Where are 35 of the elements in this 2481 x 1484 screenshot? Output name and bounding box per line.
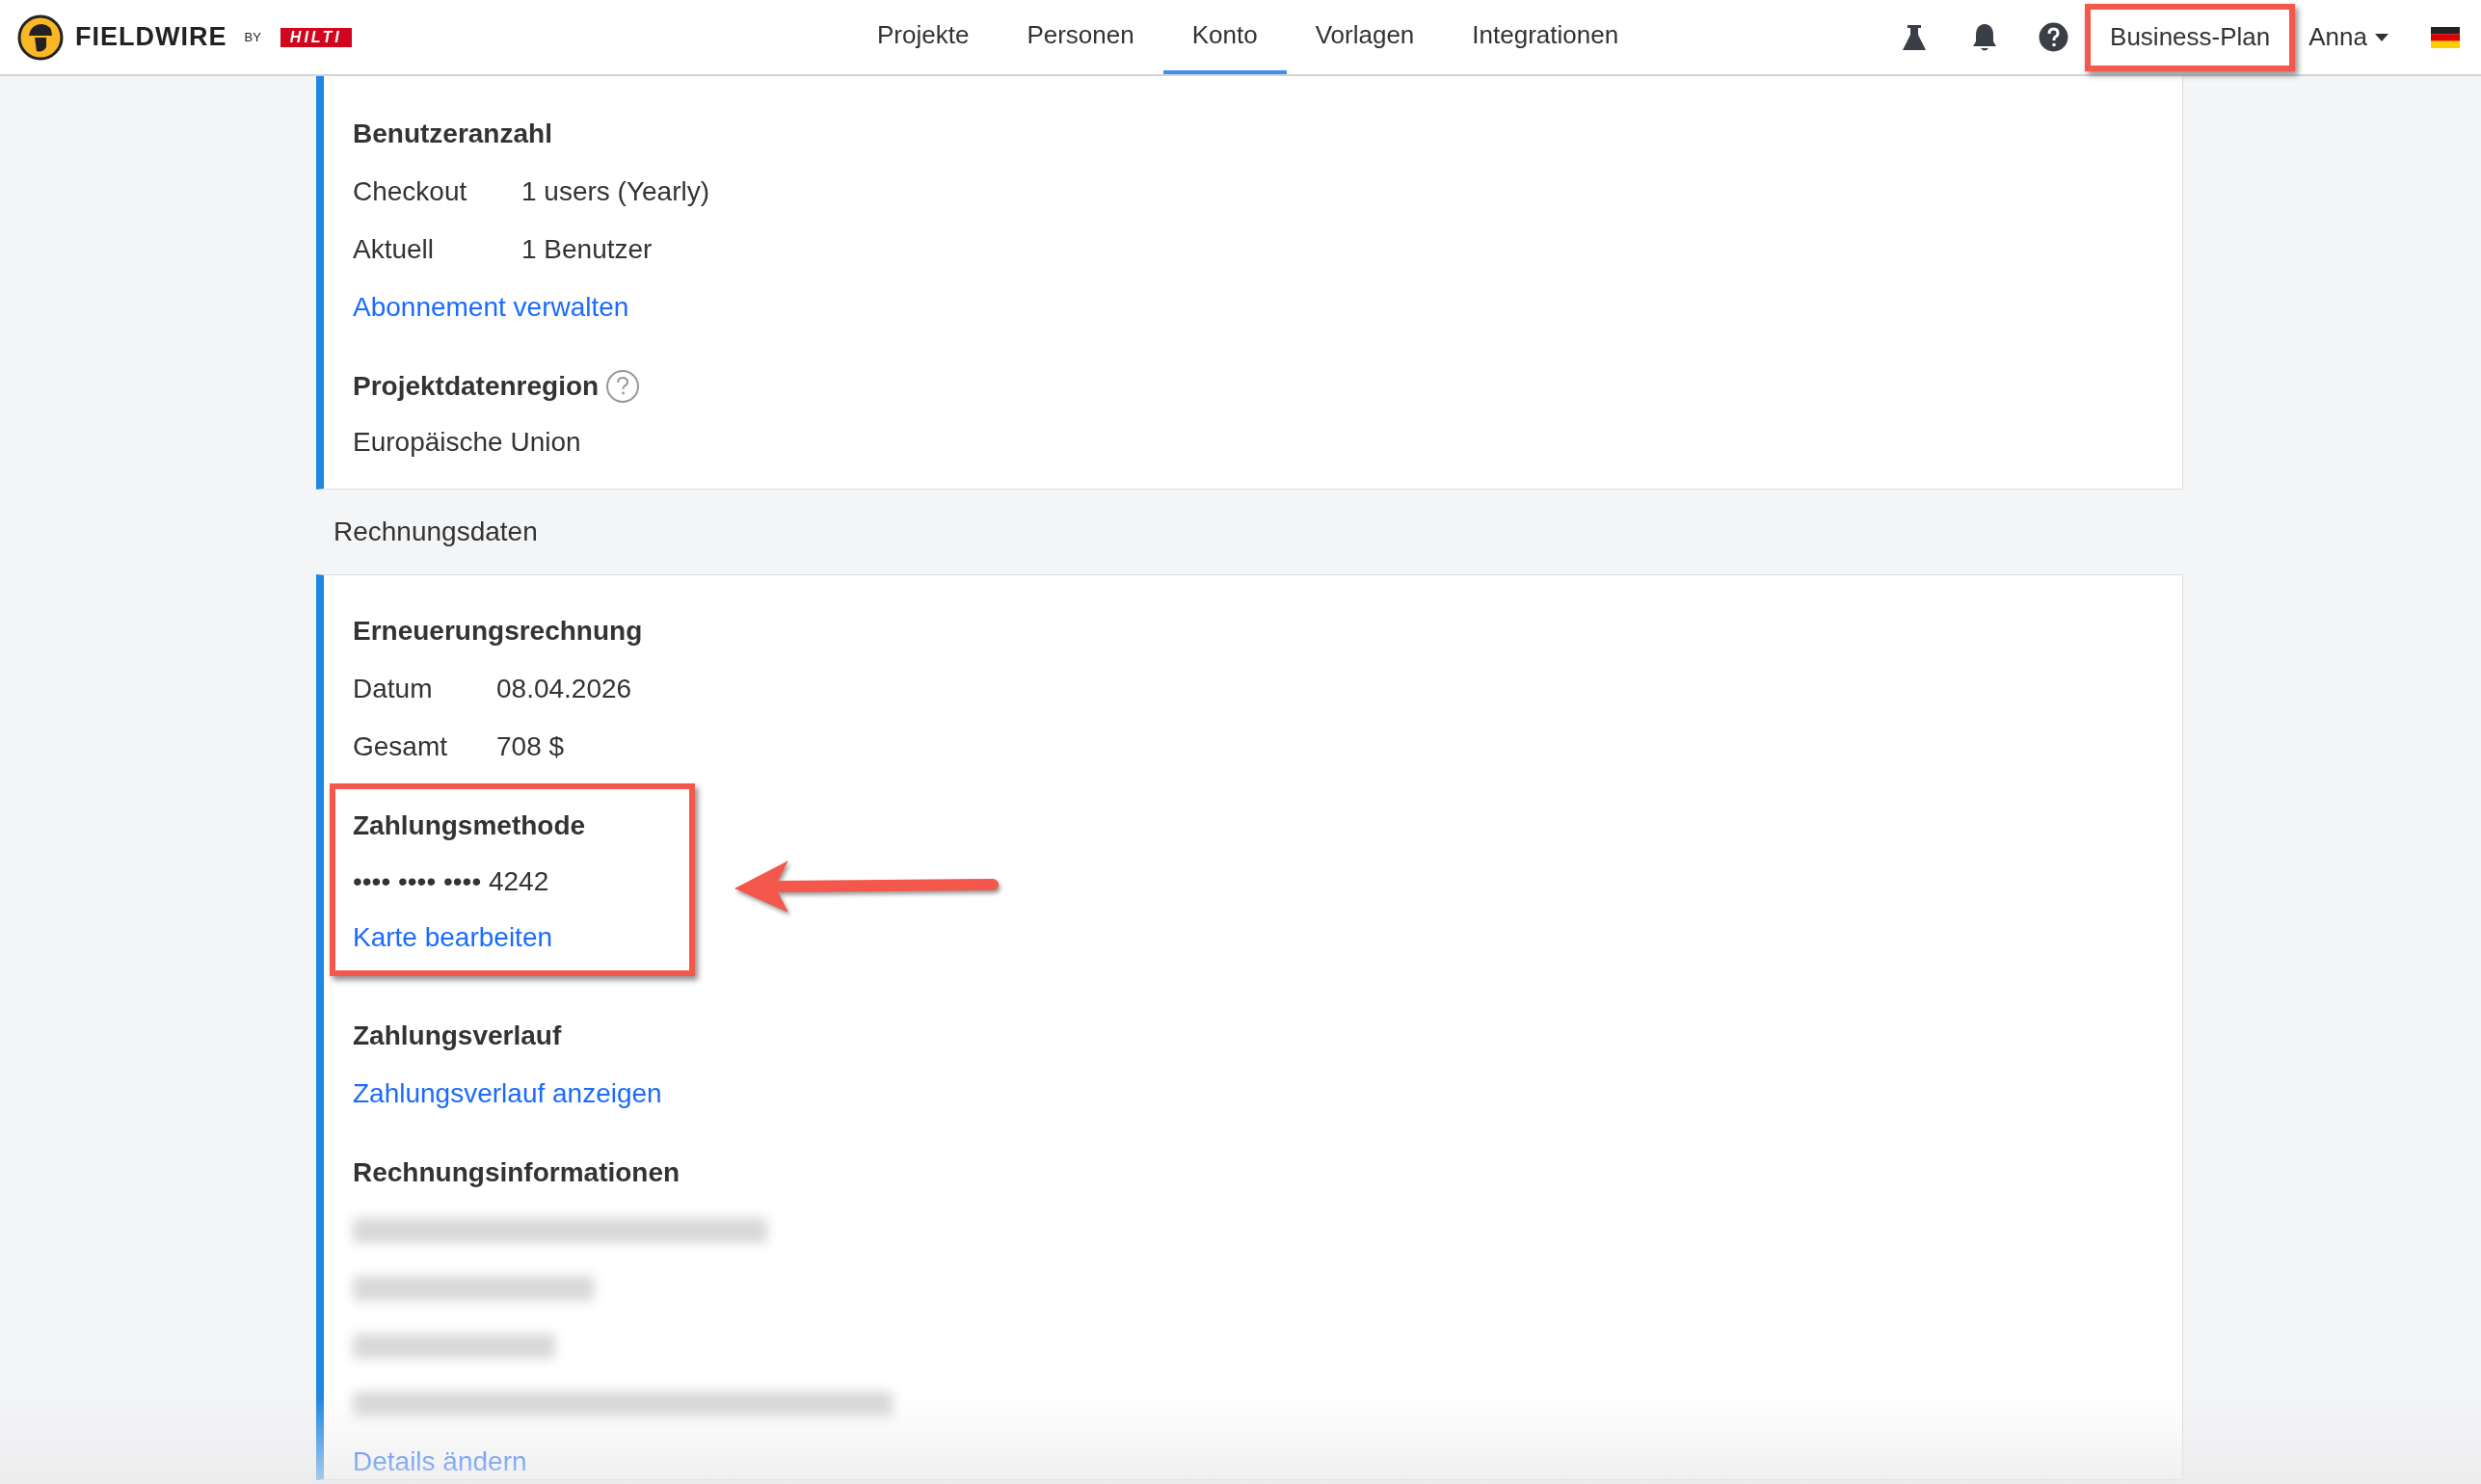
field-label: Checkout	[353, 175, 468, 208]
section-title: Zahlungsmethode	[353, 809, 586, 842]
text-link[interactable]: Abonnement verwalten	[353, 278, 629, 336]
field-label: Gesamt	[353, 730, 449, 763]
flag-icon[interactable]	[2431, 26, 2460, 48]
user-menu[interactable]: Anna	[2308, 18, 2388, 56]
nav-tab[interactable]: Integrationen	[1443, 0, 1648, 74]
brand-name: FIELDWIRE	[75, 21, 227, 54]
partner-logo: HILTI	[280, 27, 352, 47]
field-value: 708 $	[496, 730, 565, 763]
flask-icon[interactable]	[1902, 23, 1928, 51]
field-label: Aktuell	[353, 233, 436, 266]
field-value: 08.04.2026	[496, 673, 632, 705]
section-title: Erneuerungsrechnung	[353, 615, 643, 648]
card-number: •••• •••• •••• 4242	[353, 865, 549, 898]
help-icon[interactable]	[2039, 22, 2069, 52]
field-value: 1 users (Yearly)	[521, 175, 710, 208]
section-heading: Rechnungsdaten	[333, 516, 538, 548]
section-title: Rechnungsinformationen	[353, 1156, 680, 1189]
nav-tab[interactable]: Personen	[998, 0, 1163, 74]
brand-by: BY	[244, 28, 261, 46]
text-link[interactable]: Zahlungsverlauf anzeigen	[353, 1065, 662, 1123]
nav-tab[interactable]: Vorlagen	[1286, 0, 1444, 74]
bell-icon[interactable]	[1971, 22, 1999, 52]
nav-tab[interactable]: Projekte	[848, 0, 999, 74]
field-label: Datum	[353, 673, 434, 705]
helmet-logo-icon	[17, 13, 64, 61]
text-link[interactable]: Karte bearbeiten	[353, 909, 553, 967]
region-value: Europäische Union	[353, 426, 581, 459]
plan-button[interactable]: Business-Plan	[2085, 3, 2296, 71]
caret-icon	[2375, 33, 2388, 41]
section-title: Zahlungsverlauf	[353, 1020, 562, 1052]
section-title: Projektdatenregion	[353, 370, 600, 403]
section-title: Benutzeranzahl	[353, 118, 552, 150]
field-value: 1 Benutzer	[521, 233, 653, 266]
